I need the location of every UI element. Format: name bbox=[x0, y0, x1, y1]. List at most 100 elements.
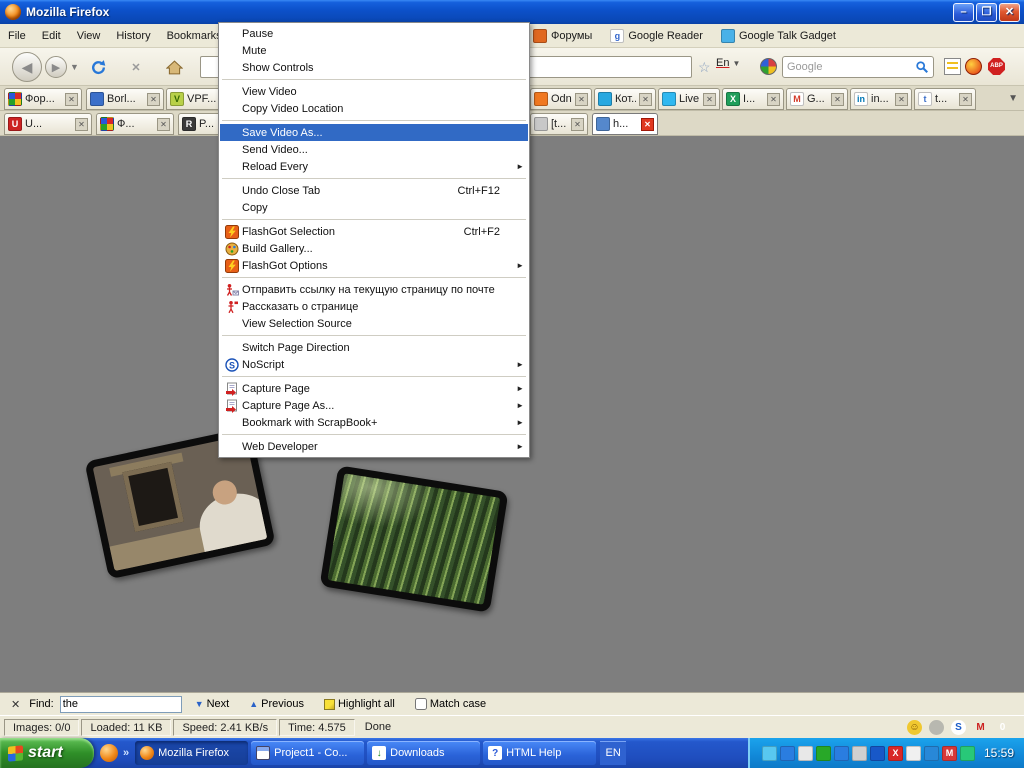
tray-icon-10[interactable] bbox=[924, 746, 939, 761]
page-extension-icon[interactable] bbox=[944, 58, 961, 75]
tab-close-icon[interactable]: ✕ bbox=[75, 118, 88, 131]
bookmark-star-icon[interactable]: ☆ bbox=[698, 59, 711, 76]
menu-item-item-18[interactable]: Отправить ссылку на текущую страницу по … bbox=[220, 281, 528, 298]
menu-item-switch-page-direction[interactable]: Switch Page Direction bbox=[220, 339, 528, 356]
tab-close-icon[interactable]: ✕ bbox=[895, 93, 908, 106]
tray-icon-1[interactable] bbox=[762, 746, 777, 761]
tab-close-icon[interactable]: ✕ bbox=[639, 93, 652, 106]
video-thumbnail-bamboo[interactable] bbox=[320, 465, 509, 612]
language-button[interactable]: En ▼ bbox=[716, 57, 740, 69]
mail-status-icon[interactable]: M bbox=[973, 720, 988, 735]
counter-status[interactable]: 0 bbox=[995, 720, 1010, 735]
menu-item-save-video-as[interactable]: Save Video As... bbox=[220, 124, 528, 141]
smiley-status-icon[interactable]: ☺ bbox=[907, 720, 922, 735]
firefox-quicklaunch-icon[interactable] bbox=[100, 744, 118, 762]
menu-item-capture-page[interactable]: Capture Page► bbox=[220, 380, 528, 397]
menu-item-reload-every[interactable]: Reload Every► bbox=[220, 158, 528, 175]
tab-close-icon[interactable]: ✕ bbox=[959, 93, 972, 106]
tab-close-icon[interactable]: ✕ bbox=[65, 93, 78, 106]
restore-button[interactable]: ❐ bbox=[976, 3, 997, 22]
match-case-option[interactable]: Match case bbox=[408, 696, 493, 712]
smiley-extension-icon[interactable] bbox=[965, 58, 982, 75]
back-button[interactable]: ◀ bbox=[12, 52, 42, 82]
menubar-item-edit[interactable]: Edit bbox=[34, 26, 69, 46]
bookmark-google-reader[interactable]: gGoogle Reader bbox=[601, 24, 712, 48]
tab-close-icon[interactable]: ✕ bbox=[767, 93, 780, 106]
tab-t1[interactable]: Ф...✕ bbox=[96, 113, 174, 135]
menu-item-noscript[interactable]: SNoScript► bbox=[220, 356, 528, 373]
menu-item-capture-page-as[interactable]: Capture Page As...► bbox=[220, 397, 528, 414]
tab-i[interactable]: XI...✕ bbox=[722, 88, 784, 110]
bookmark-google-talk-gadget[interactable]: Google Talk Gadget bbox=[712, 24, 845, 48]
tray-icon-8[interactable]: X bbox=[888, 746, 903, 761]
tab-h[interactable]: h...✕ bbox=[592, 113, 658, 135]
find-next-button[interactable]: ▼ Next bbox=[188, 696, 237, 712]
search-icon[interactable] bbox=[915, 60, 929, 74]
tab-close-icon[interactable]: ✕ bbox=[575, 93, 588, 106]
tab-close-icon[interactable]: ✕ bbox=[157, 118, 170, 131]
tab-close-icon[interactable]: ✕ bbox=[831, 93, 844, 106]
menu-item-undo-close-tab[interactable]: Undo Close TabCtrl+F12 bbox=[220, 182, 528, 199]
tab-live[interactable]: Live...✕ bbox=[658, 88, 720, 110]
task-button-mozilla-firefox[interactable]: Mozilla Firefox bbox=[135, 741, 248, 765]
tab-t[interactable]: [t...✕ bbox=[530, 113, 588, 135]
minimize-button[interactable]: – bbox=[953, 3, 974, 22]
bookmark-b0[interactable]: Форумы bbox=[524, 24, 601, 48]
tray-icon-9[interactable] bbox=[906, 746, 921, 761]
start-button[interactable]: start bbox=[0, 738, 94, 768]
menubar-item-file[interactable]: File bbox=[0, 26, 34, 46]
tab-odn[interactable]: Odn...✕ bbox=[530, 88, 592, 110]
tab-close-icon[interactable]: ✕ bbox=[571, 118, 584, 131]
search-input[interactable] bbox=[787, 61, 915, 73]
menu-item-show-controls[interactable]: Show Controls bbox=[220, 59, 528, 76]
tab-g[interactable]: MG...✕ bbox=[786, 88, 848, 110]
tab-t[interactable]: tt...✕ bbox=[914, 88, 976, 110]
tray-icon-5[interactable] bbox=[834, 746, 849, 761]
noscript-status-icon[interactable]: S bbox=[951, 720, 966, 735]
reload-button[interactable] bbox=[86, 56, 110, 78]
tab-in[interactable]: inin...✕ bbox=[850, 88, 912, 110]
adblock-plus-icon[interactable]: ABP bbox=[988, 58, 1005, 75]
forward-button[interactable]: ▶ bbox=[45, 56, 67, 78]
tab-t0[interactable]: Фор...✕ bbox=[4, 88, 82, 110]
menu-item-flashgot-options[interactable]: FlashGot Options► bbox=[220, 257, 528, 274]
menu-item-mute[interactable]: Mute bbox=[220, 42, 528, 59]
history-dropdown-icon[interactable]: ▼ bbox=[70, 62, 79, 72]
tab-u[interactable]: UU...✕ bbox=[4, 113, 92, 135]
quicklaunch-overflow-icon[interactable]: » bbox=[123, 747, 129, 759]
menu-item-pause[interactable]: Pause bbox=[220, 25, 528, 42]
menubar-item-view[interactable]: View bbox=[69, 26, 109, 46]
language-bar[interactable]: EN bbox=[600, 741, 626, 765]
tab-list-dropdown-icon[interactable]: ▼ bbox=[1008, 93, 1018, 104]
home-button[interactable] bbox=[162, 56, 186, 78]
search-box[interactable] bbox=[782, 56, 934, 78]
menu-item-copy[interactable]: Copy bbox=[220, 199, 528, 216]
tab-close-icon[interactable]: ✕ bbox=[147, 93, 160, 106]
task-button-html-help[interactable]: ?HTML Help bbox=[483, 741, 596, 765]
tab-close-icon[interactable]: ✕ bbox=[703, 93, 716, 106]
menu-item-item-19[interactable]: Рассказать о странице bbox=[220, 298, 528, 315]
menu-item-copy-video-location[interactable]: Copy Video Location bbox=[220, 100, 528, 117]
menu-item-flashgot-selection[interactable]: FlashGot SelectionCtrl+F2 bbox=[220, 223, 528, 240]
tray-icon-2[interactable] bbox=[780, 746, 795, 761]
stop-button[interactable]: ✕ bbox=[124, 56, 148, 78]
menu-item-bookmark-with-scrapbook[interactable]: Bookmark with ScrapBook+► bbox=[220, 414, 528, 431]
tray-icon-3[interactable] bbox=[798, 746, 813, 761]
menu-item-build-gallery[interactable]: Build Gallery... bbox=[220, 240, 528, 257]
tab-t4[interactable]: Кот...✕ bbox=[594, 88, 656, 110]
tray-icon-7[interactable] bbox=[870, 746, 885, 761]
find-close-icon[interactable]: ✕ bbox=[8, 698, 23, 711]
language-dropdown-icon[interactable]: ▼ bbox=[732, 59, 740, 68]
ball-status-icon[interactable] bbox=[929, 720, 944, 735]
tab-close-icon[interactable]: ✕ bbox=[641, 118, 654, 131]
match-case-checkbox[interactable] bbox=[415, 698, 427, 710]
menu-item-view-video[interactable]: View Video bbox=[220, 83, 528, 100]
menu-item-send-video[interactable]: Send Video... bbox=[220, 141, 528, 158]
close-button[interactable]: ✕ bbox=[999, 3, 1020, 22]
find-previous-button[interactable]: ▲ Previous bbox=[242, 696, 311, 712]
translate-icon[interactable] bbox=[760, 58, 777, 75]
menu-item-view-selection-source[interactable]: View Selection Source bbox=[220, 315, 528, 332]
tray-icon-4[interactable] bbox=[816, 746, 831, 761]
tab-borl[interactable]: Borl...✕ bbox=[86, 88, 164, 110]
tray-icon-6[interactable] bbox=[852, 746, 867, 761]
